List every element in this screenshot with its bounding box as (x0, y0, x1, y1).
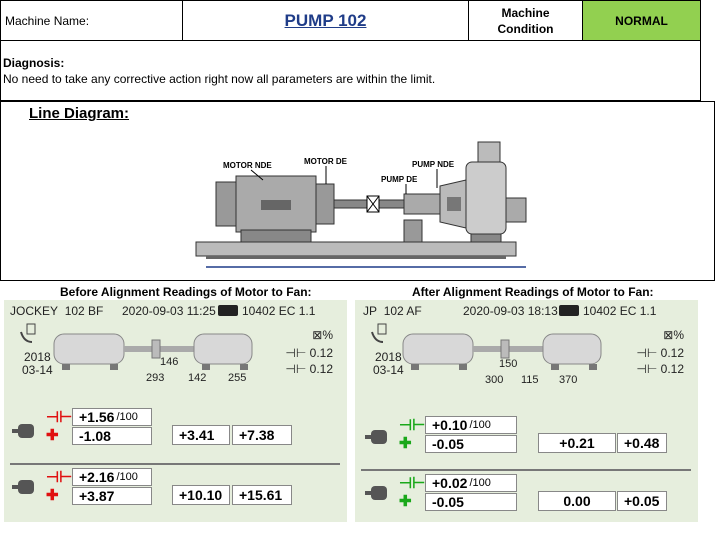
motor-icon (12, 480, 34, 494)
after-reading-row-2: ⊣⊢ ✚ +0.02/100 -0.05 0.00 +0.05 (355, 469, 698, 524)
after-tolerance-2: ⊣⊢ 0.12 (636, 362, 684, 376)
before-date-stamp: 2018 03-14 (22, 350, 53, 377)
tolerance-icon: ⊠% (312, 328, 333, 342)
horizontal-angle-icon: ✚ (46, 487, 59, 504)
after-machine-id: JP 102 AF (363, 304, 422, 318)
after-r1-foot-1: +0.21 (538, 433, 616, 453)
before-dim-1: 146 (160, 356, 179, 368)
before-tolerance-1: ⊣⊢ 0.12 (285, 346, 333, 360)
after-r1-foot-2: +0.48 (617, 433, 667, 453)
before-r2-foot-1: +10.10 (172, 485, 230, 505)
after-r1-value-2: -0.05 (425, 435, 517, 453)
before-r1-foot-2: +7.38 (232, 425, 292, 445)
before-reading-row-2: ⊣⊢ ✚ +2.16/100 +3.87 +10.10 +15.61 (4, 463, 347, 518)
vertical-offset-icon: ⊣⊢ (46, 409, 73, 426)
before-alignment-title: Before Alignment Readings of Motor to Fa… (60, 285, 312, 299)
after-dim-3: 115 (521, 374, 539, 386)
before-tolerance-2: ⊣⊢ 0.12 (285, 362, 333, 376)
after-r2-foot-2: +0.05 (617, 491, 667, 511)
tolerance-icon: ⊠% (663, 328, 684, 342)
after-datetime: 2020-09-03 18:13 (463, 304, 558, 318)
after-dim-4: 370 (559, 374, 578, 386)
device-icon (559, 305, 579, 316)
horizontal-angle-icon: ✚ (399, 493, 412, 510)
after-serial: 10402 EC 1.1 (583, 304, 657, 318)
motor-icon (365, 486, 387, 500)
label-motor-de: MOTOR DE (304, 157, 348, 166)
after-r1-value-1: +0.10/100 (425, 416, 517, 434)
after-reading-row-1: ⊣⊢ ✚ +0.10/100 -0.05 +0.21 +0.48 (355, 416, 698, 466)
pump-line-diagram: MOTOR NDE MOTOR DE PUMP DE PUMP NDE (195, 141, 527, 268)
before-reading-row-1: ⊣⊢ ✚ +1.56/100 -1.08 +3.41 +7.38 (4, 408, 347, 458)
vertical-angle-icon: ⊣⊢ (46, 469, 73, 486)
before-dim-3: 142 (188, 372, 207, 384)
after-dim-1: 150 (499, 358, 518, 370)
after-alignment-title: After Alignment Readings of Motor to Fan… (412, 285, 654, 299)
after-tolerance-1: ⊣⊢ 0.12 (636, 346, 684, 360)
before-dim-4: 255 (228, 372, 247, 384)
before-alignment-panel: JOCKEY 102 BF 2020-09-03 11:25 10402 EC … (4, 300, 347, 522)
before-r1-foot-1: +3.41 (172, 425, 230, 445)
motor-icon (365, 430, 387, 444)
before-r1-value-1: +1.56/100 (72, 408, 152, 426)
motor-icon (12, 424, 34, 438)
after-date-stamp: 2018 03-14 (373, 350, 404, 377)
line-diagram-section: Line Diagram: MOTOR NDE MOTOR DE PUMP DE… (0, 101, 715, 281)
before-r2-foot-2: +15.61 (232, 485, 292, 505)
diagnosis-title: Diagnosis: (3, 56, 65, 70)
after-r2-value-2: -0.05 (425, 493, 517, 511)
after-dim-2: 300 (485, 374, 504, 386)
horizontal-offset-icon: ✚ (399, 435, 412, 452)
before-datetime: 2020-09-03 11:25 (122, 304, 216, 318)
before-r2-value-2: +3.87 (72, 487, 152, 505)
label-pump-nde: PUMP NDE (412, 160, 455, 169)
before-r1-value-2: -1.08 (72, 427, 152, 445)
operator-icon (20, 323, 36, 343)
diagnosis-text: No need to take any corrective action ri… (3, 72, 436, 86)
after-alignment-panel: JP 102 AF 2020-09-03 18:13 10402 EC 1.1 … (355, 300, 698, 522)
before-dim-2: 293 (146, 372, 165, 384)
diagnosis-section: Diagnosis: No need to take any correctiv… (0, 41, 701, 101)
machine-name-value: PUMP 102 (183, 1, 469, 40)
operator-icon (371, 323, 387, 343)
label-pump-de: PUMP DE (381, 175, 418, 184)
after-r2-value-1: +0.02/100 (425, 474, 517, 492)
vertical-angle-icon: ⊣⊢ (399, 475, 426, 492)
header-table: Machine Name: PUMP 102 Machine Condition … (0, 0, 701, 41)
machine-condition-label: Machine Condition (469, 1, 583, 40)
before-serial: 10402 EC 1.1 (242, 304, 316, 318)
before-r2-value-1: +2.16/100 (72, 468, 152, 486)
machine-name-label: Machine Name: (1, 1, 183, 40)
device-icon (218, 305, 238, 316)
vertical-offset-icon: ⊣⊢ (399, 417, 426, 434)
before-machine-id: JOCKEY 102 BF (10, 304, 104, 318)
label-motor-nde: MOTOR NDE (223, 161, 272, 170)
horizontal-offset-icon: ✚ (46, 427, 59, 444)
machine-condition-value: NORMAL (583, 1, 700, 40)
after-r2-foot-1: 0.00 (538, 491, 616, 511)
